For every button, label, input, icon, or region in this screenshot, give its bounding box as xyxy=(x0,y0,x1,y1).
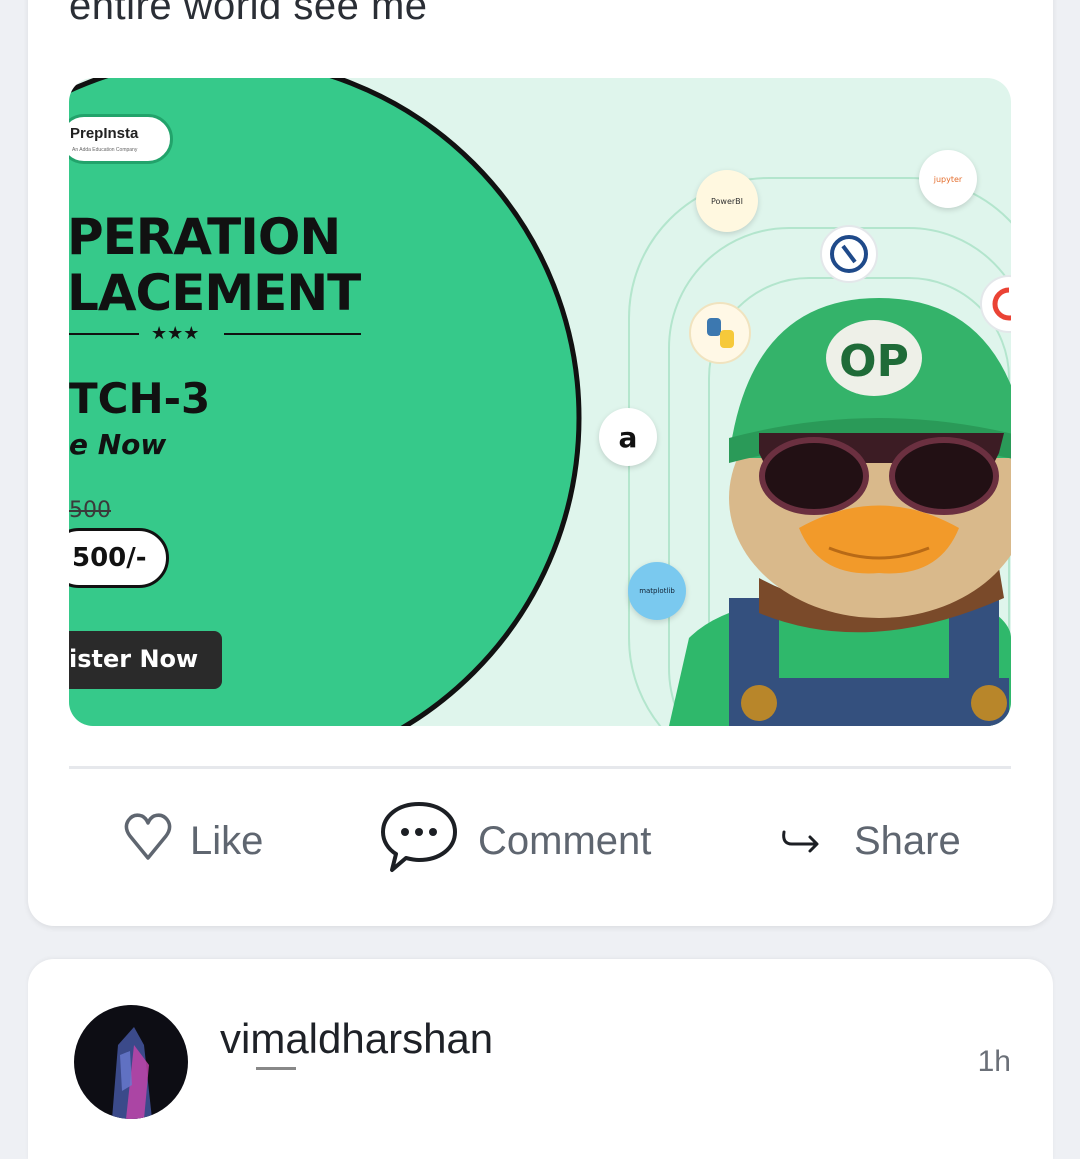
post-caption: entire world see me xyxy=(69,0,428,28)
banner-new-price: 500/- xyxy=(72,543,147,573)
subtitle-fragment xyxy=(256,1067,296,1070)
like-label: Like xyxy=(190,818,264,863)
share-button[interactable]: Share xyxy=(778,806,961,876)
svg-text:OP: OP xyxy=(839,336,909,387)
matplotlib-badge: matplotlib xyxy=(628,562,686,620)
actions-divider xyxy=(69,766,1011,769)
post-image-banner[interactable]: OP PrepInsta An Adda Education Company P… xyxy=(69,78,1011,726)
comment-button[interactable]: Comment xyxy=(378,802,652,876)
jupyter-badge: jupyter xyxy=(919,150,977,208)
jupyter-label: jupyter xyxy=(933,174,963,184)
next-post-card: vimaldharshan 1h xyxy=(28,959,1053,1159)
banner-title-line1: PERATION xyxy=(69,208,341,266)
powerbi-badge: PowerBI xyxy=(696,170,758,232)
comment-label: Comment xyxy=(478,818,652,863)
matplotlib-label: matplotlib xyxy=(639,587,675,595)
share-label: Share xyxy=(854,818,961,863)
banner-stars: ★★★ xyxy=(151,323,200,344)
banner-old-price: 500 xyxy=(69,498,111,523)
post-timestamp: 1h xyxy=(977,1045,1011,1078)
post-username[interactable]: vimaldharshan xyxy=(220,1015,493,1063)
banner-register-label: ister Now xyxy=(69,645,199,673)
banner-cta-line: e Now xyxy=(69,428,167,461)
amazon-label: a xyxy=(618,420,638,454)
banner-artwork: OP xyxy=(69,78,1011,726)
banner-register-button: ister Now xyxy=(69,631,222,689)
logo-text: PrepInsta xyxy=(70,125,139,142)
chat-bubble-icon xyxy=(378,798,460,884)
share-arrow-icon xyxy=(778,819,822,864)
user-avatar[interactable] xyxy=(74,1005,188,1119)
amazon-badge: a xyxy=(599,408,657,466)
prepinsta-logo: PrepInsta An Adda Education Company xyxy=(69,114,173,164)
like-button[interactable]: Like xyxy=(124,806,263,876)
banner-title-line2: LACEMENT xyxy=(69,264,361,322)
powerbi-label: PowerBI xyxy=(710,196,744,206)
banner-price-pill: 500/- xyxy=(69,528,169,588)
logo-subtext: An Adda Education Company xyxy=(72,147,138,153)
post-card: entire world see me OP PrepInsta An Adda… xyxy=(28,0,1053,926)
banner-batch: TCH-3 xyxy=(69,374,211,423)
heart-icon xyxy=(124,810,172,872)
